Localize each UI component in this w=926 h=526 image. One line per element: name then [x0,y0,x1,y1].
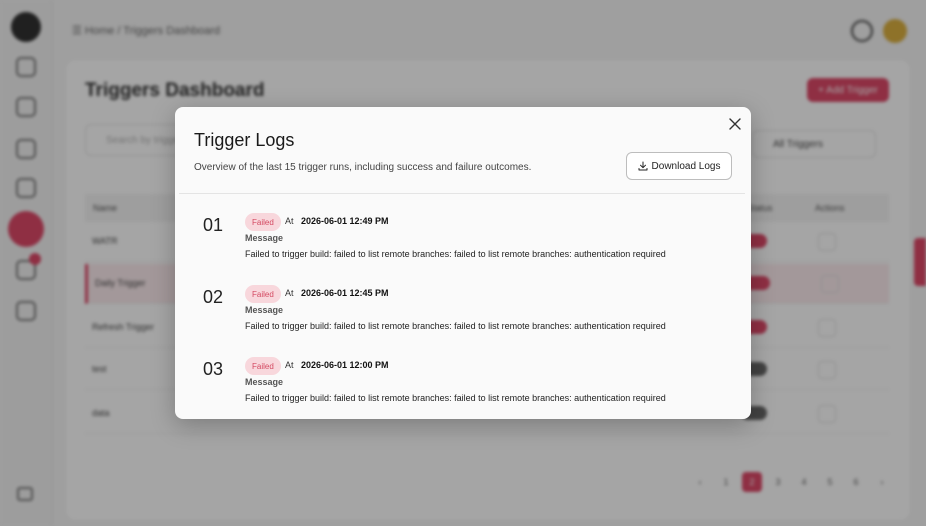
trigger-logs-modal: Trigger Logs Overview of the last 15 tri… [175,107,751,419]
log-entry: 03 Failed At 2026-06-01 12:00 PM Message… [175,355,751,415]
log-message: Failed to trigger build: failed to list … [245,393,666,403]
log-index: 02 [203,287,224,307]
log-entry: 01 Failed At 2026-06-01 12:49 PM Message… [175,211,751,271]
log-at-label: At [285,288,294,298]
status-badge: Failed [245,357,281,375]
log-message-label: Message [245,377,284,387]
download-logs-label: Download Logs [651,160,721,172]
log-message: Failed to trigger build: failed to list … [245,321,666,331]
log-message-label: Message [245,233,284,243]
divider [179,193,745,194]
log-at-label: At [285,216,294,226]
log-timestamp: 2026-06-01 12:49 PM [301,216,389,226]
log-entry: 02 Failed At 2026-06-01 12:45 PM Message… [175,283,751,343]
log-at-label: At [285,360,294,370]
close-button[interactable] [726,115,744,133]
download-logs-button[interactable]: Download Logs [626,152,732,180]
close-icon [729,118,741,130]
status-badge: Failed [245,285,281,303]
status-badge: Failed [245,213,281,231]
modal-subtitle: Overview of the last 15 trigger runs, in… [194,162,532,173]
log-message: Failed to trigger build: failed to list … [245,249,666,259]
download-icon [638,161,648,171]
log-timestamp: 2026-06-01 12:00 PM [301,360,389,370]
log-index: 01 [203,215,224,235]
log-message-label: Message [245,305,284,315]
log-index: 03 [203,359,224,379]
log-timestamp: 2026-06-01 12:45 PM [301,288,389,298]
modal-title: Trigger Logs [194,130,295,150]
